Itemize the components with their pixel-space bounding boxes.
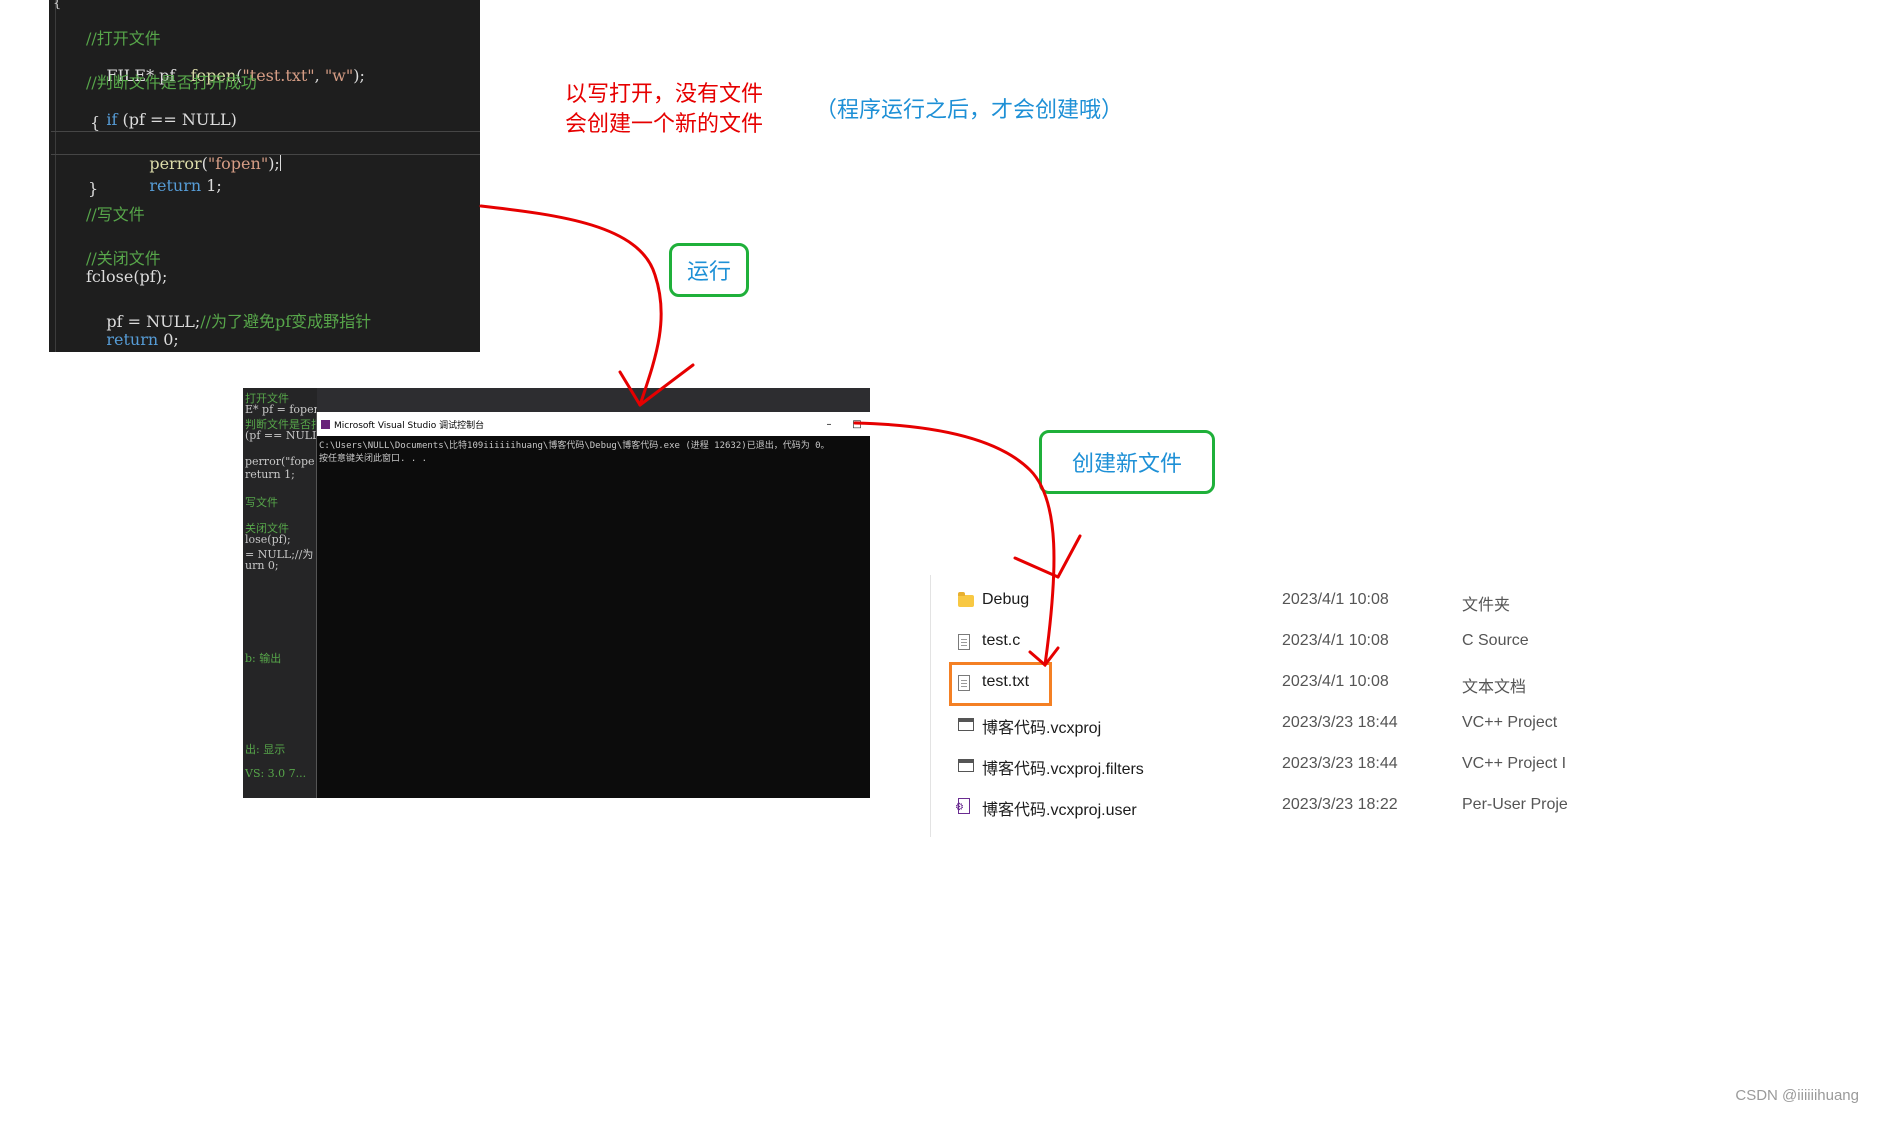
- csdn-watermark: CSDN @iiiiiihuang: [1735, 1087, 1859, 1104]
- arrowhead-file-tip: [1028, 646, 1060, 668]
- arrow-to-file: [853, 421, 1056, 667]
- arrowhead-file-top: [1013, 556, 1060, 579]
- annotation-arrows: [479, 204, 1082, 668]
- arrowhead-file-right: [1056, 534, 1082, 579]
- arrowhead-console-left: [618, 370, 642, 407]
- arrow-to-console: [479, 204, 663, 407]
